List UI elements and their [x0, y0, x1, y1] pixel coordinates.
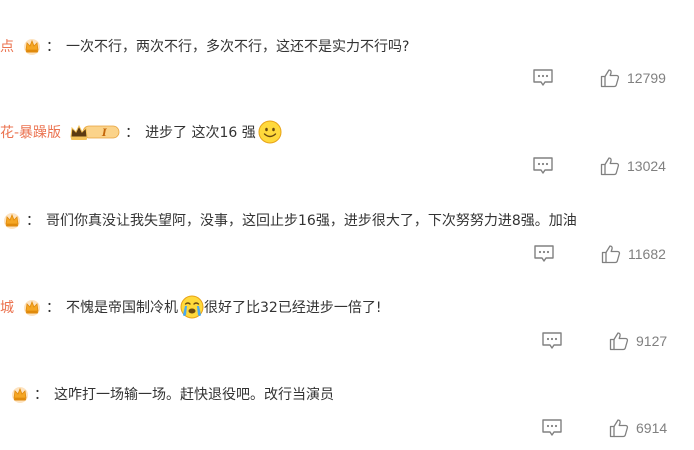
comment-line: 点 ： 一次不行，两次不行，多次不行，这还不是实力不行吗?: [0, 34, 409, 58]
like-count: 11682: [628, 246, 666, 262]
thumbs-up-icon: [600, 68, 620, 88]
comment-line: 城 ： 不愧是帝国制冷机 很好了比32已经进步一倍了!: [0, 295, 381, 319]
thumbs-up-icon: [601, 244, 621, 264]
vip-level-text: I: [101, 128, 107, 139]
thumbs-up-icon: [600, 156, 620, 176]
like-button[interactable]: 6914: [609, 418, 667, 438]
vip-level-badge-icon[interactable]: I: [69, 123, 121, 141]
like-button[interactable]: 12799: [600, 68, 666, 88]
comment-text: 哥们你真没让我失望阿，没事，这回止步16强，进步很大了，下次努努力进8强。加油: [46, 213, 577, 229]
thumbs-up-icon: [609, 418, 629, 438]
colon: ：: [46, 39, 60, 55]
colon: ：: [26, 213, 40, 229]
colon: ：: [125, 125, 140, 141]
comment-line: ： 哥们你真没让我失望阿，没事，这回止步16强，进步很大了，下次努努力进8强。加…: [0, 208, 577, 232]
tears-emoji-icon: [180, 295, 204, 319]
colon: ：: [34, 387, 48, 403]
comment-actions: 13024: [532, 155, 666, 177]
reply-icon[interactable]: [532, 156, 554, 176]
comment-text: 不愧是帝国制冷机: [66, 300, 178, 316]
like-count: 6914: [636, 420, 668, 436]
commenter-name[interactable]: 城: [0, 297, 14, 317]
like-button[interactable]: 13024: [600, 156, 666, 176]
crown-badge-icon[interactable]: [10, 385, 30, 403]
like-count: 13024: [627, 158, 666, 174]
comment-text: 进步了 这次16 强: [145, 125, 256, 141]
smile-emoji-icon: [258, 120, 282, 144]
comment-actions: 12799: [532, 67, 666, 89]
reply-icon[interactable]: [541, 331, 563, 351]
commenter-name[interactable]: 点: [0, 36, 14, 56]
thumbs-up-icon: [609, 331, 629, 351]
comment-actions: 9127: [541, 330, 667, 352]
comment-line: 花-暴躁版 I ： 进步了 这次16 强: [0, 120, 282, 144]
like-button[interactable]: 9127: [609, 331, 667, 351]
like-count: 12799: [627, 70, 666, 86]
colon: ：: [46, 300, 60, 316]
reply-icon[interactable]: [533, 244, 555, 264]
comment-actions: 6914: [541, 417, 667, 439]
comment-text: 这咋打一场输一场。赶快退役吧。改行当演员: [54, 387, 334, 403]
commenter-name[interactable]: 花-暴躁版: [0, 122, 61, 142]
like-count: 9127: [636, 333, 668, 349]
crown-badge-icon[interactable]: [2, 211, 22, 229]
comment-line: ： 这咋打一场输一场。赶快退役吧。改行当演员: [0, 382, 334, 406]
comment-actions: 11682: [533, 243, 666, 265]
reply-icon[interactable]: [541, 418, 563, 438]
crown-badge-icon[interactable]: [22, 298, 42, 316]
comment-text: 一次不行，两次不行，多次不行，这还不是实力不行吗?: [66, 39, 410, 55]
reply-icon[interactable]: [532, 68, 554, 88]
crown-badge-icon[interactable]: [22, 37, 42, 55]
like-button[interactable]: 11682: [601, 244, 666, 264]
comment-text-continued: 很好了比32已经进步一倍了!: [204, 300, 382, 316]
